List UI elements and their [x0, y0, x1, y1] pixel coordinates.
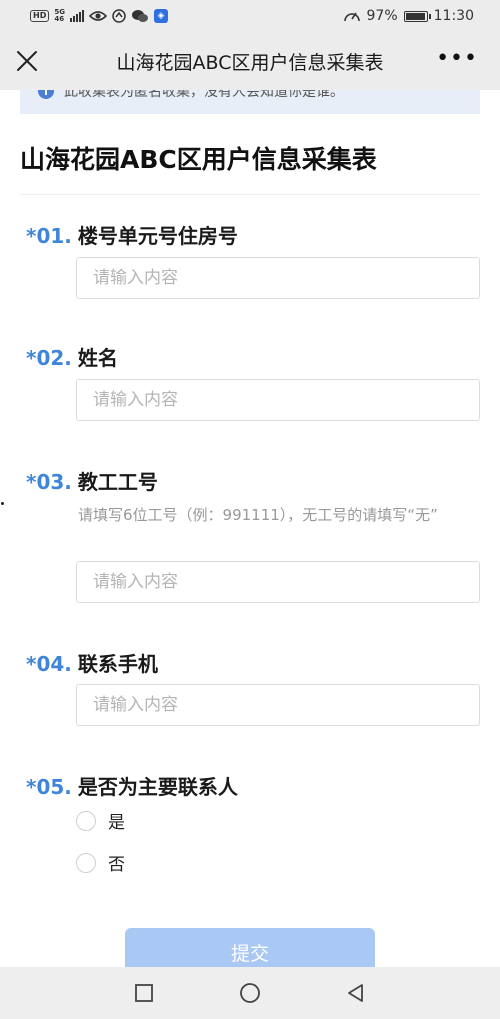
- question-5-label: *05. 是否为主要联系人: [26, 771, 238, 800]
- question-1-label: *01. 楼号单元号住房号: [26, 220, 238, 249]
- name-input[interactable]: [76, 379, 480, 421]
- question-3-hint: 请填写6位工号（例：991111），无工号的请填写“无”: [78, 506, 438, 524]
- status-left-icons: HD 5G 46 ◈: [30, 9, 168, 23]
- status-bar: HD 5G 46 ◈ 97% 11:30: [0, 0, 500, 32]
- title-divider: [20, 194, 480, 195]
- question-4-number: *04.: [26, 652, 72, 676]
- back-button[interactable]: [343, 980, 369, 1006]
- more-menu-icon[interactable]: •••: [436, 48, 478, 70]
- radio-option-yes[interactable]: 是: [76, 808, 125, 833]
- triangle-back-icon: [348, 984, 363, 1002]
- radio-circle-no[interactable]: [76, 852, 96, 873]
- mobile-phone-input[interactable]: [76, 684, 480, 726]
- question-5-number: *05.: [26, 775, 72, 799]
- radio-label-no: 否: [108, 855, 125, 875]
- battery-percent: 97%: [366, 8, 398, 24]
- speedometer-icon: [343, 12, 360, 22]
- circle-icon: [240, 983, 260, 1003]
- staff-id-input[interactable]: [76, 561, 480, 603]
- status-right-icons: 97% 11:30: [343, 8, 474, 24]
- clock: 11:30: [433, 8, 474, 24]
- form-title: 山海花园ABC区用户信息采集表: [20, 145, 377, 174]
- question-3-label: *03. 教工工号: [26, 466, 158, 495]
- hd-icon: HD: [30, 10, 50, 22]
- edge-dot: [1, 502, 4, 505]
- close-icon[interactable]: [14, 48, 40, 74]
- nav-bar: 山海花园ABC区用户信息采集表 •••: [0, 32, 500, 90]
- question-5-text: 是否为主要联系人: [77, 775, 238, 799]
- notice-text: 此收集表为匿名收集，没有人会知道你是谁。: [64, 90, 344, 100]
- question-1-number: *01.: [26, 224, 72, 248]
- network-type-icon: 5G 46: [54, 9, 65, 23]
- info-icon: i: [38, 90, 54, 99]
- question-1-text: 楼号单元号住房号: [77, 224, 238, 248]
- network-type-bottom: 46: [54, 15, 65, 23]
- home-button[interactable]: [237, 980, 263, 1006]
- anonymous-notice: i 此收集表为匿名收集，没有人会知道你是谁。: [20, 90, 480, 114]
- square-icon: [135, 984, 153, 1002]
- radio-label-yes: 是: [108, 813, 125, 833]
- question-3-number: *03.: [26, 470, 72, 494]
- question-3-text: 教工工号: [77, 470, 158, 494]
- recent-apps-button[interactable]: [131, 980, 157, 1006]
- question-4-text: 联系手机: [77, 652, 158, 676]
- question-2-text: 姓名: [77, 346, 118, 370]
- radio-option-no[interactable]: 否: [76, 850, 125, 875]
- battery-icon: [403, 10, 431, 22]
- eye-icon: [88, 11, 107, 21]
- vibrate-icon: [112, 9, 126, 23]
- radio-circle-yes[interactable]: [76, 810, 96, 831]
- nav-title: 山海花园ABC区用户信息采集表: [116, 51, 384, 74]
- signal-icon: [69, 10, 84, 22]
- wechat-icon: [131, 10, 148, 22]
- question-2-label: *02. 姓名: [26, 342, 118, 371]
- question-4-label: *04. 联系手机: [26, 648, 158, 677]
- building-unit-room-input[interactable]: [76, 257, 480, 299]
- system-nav-bar: [0, 967, 500, 1019]
- question-2-number: *02.: [26, 346, 72, 370]
- app-notification-icon: ◈: [153, 9, 168, 23]
